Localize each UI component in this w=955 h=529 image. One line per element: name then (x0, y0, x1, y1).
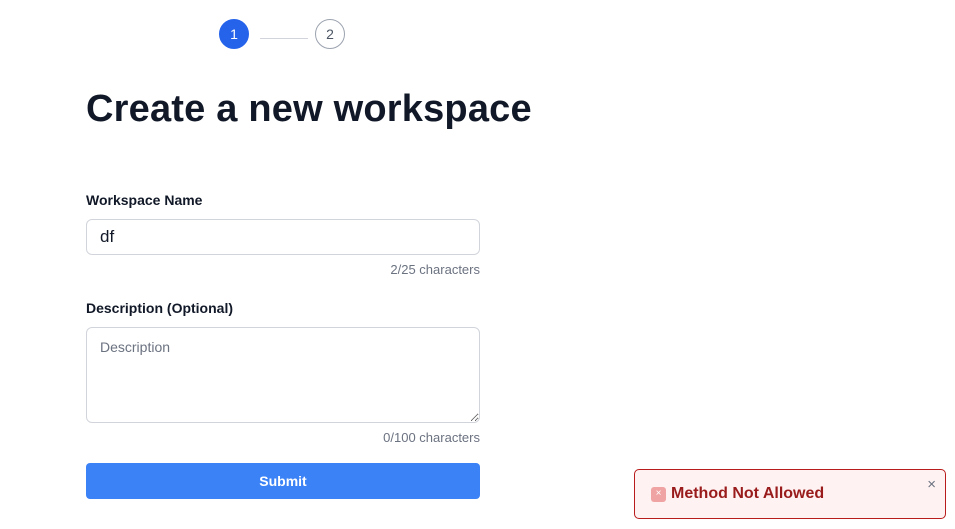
error-toast: × Method Not Allowed × (634, 469, 946, 519)
close-icon[interactable]: × (927, 477, 936, 492)
description-textarea[interactable] (86, 327, 480, 423)
toast-message: Method Not Allowed (671, 485, 825, 502)
step-2-indicator: 2 (315, 19, 345, 49)
step-connector (260, 38, 308, 39)
description-label: Description (Optional) (86, 300, 233, 316)
page-title: Create a new workspace (86, 88, 532, 130)
error-icon: × (651, 486, 666, 502)
submit-button[interactable]: Submit (86, 463, 480, 499)
stepper: 1 2 (219, 19, 349, 51)
workspace-name-char-counter: 2/25 characters (390, 262, 480, 277)
workspace-name-label: Workspace Name (86, 192, 203, 208)
step-1-indicator: 1 (219, 19, 249, 49)
description-char-counter: 0/100 characters (383, 430, 480, 445)
workspace-name-input[interactable] (86, 219, 480, 255)
